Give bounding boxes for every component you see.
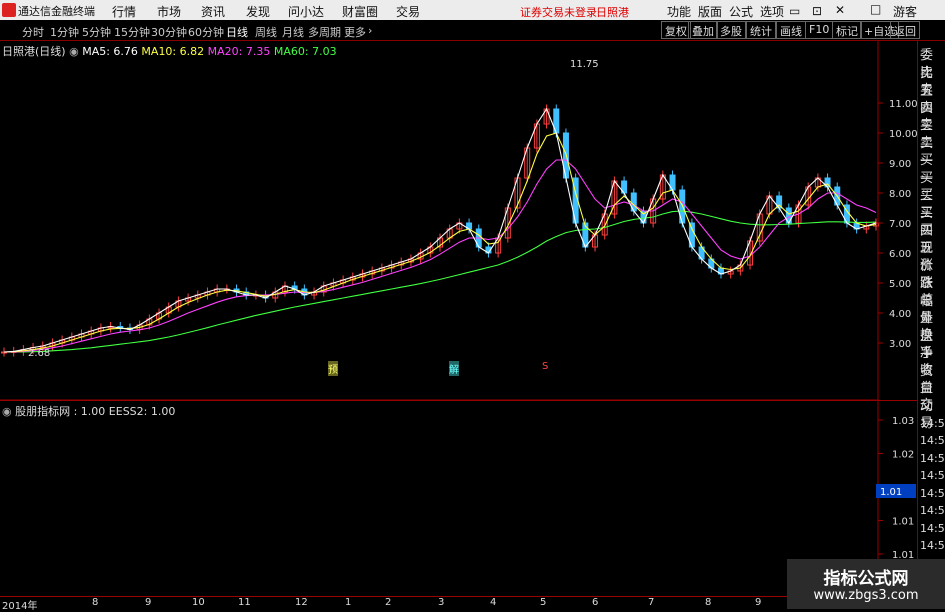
time-label: 8 xyxy=(92,597,99,608)
ind-current-label: 1.01 xyxy=(880,487,902,498)
y-tick-label: 9.00 xyxy=(889,159,911,170)
panel-divider xyxy=(0,400,917,401)
y-tick-label: 4.00 xyxy=(889,309,911,320)
main-plot xyxy=(1,104,879,357)
indicator-legend: ◉ 股朋指标网 : 1.00 EESS2: 1.00 xyxy=(2,403,175,419)
user-label[interactable]: 游客 xyxy=(893,3,917,20)
period-intraday[interactable]: 分时 xyxy=(22,24,44,40)
maximize-icon[interactable]: □ xyxy=(870,2,881,16)
minimize-icon[interactable]: ▭ xyxy=(789,4,800,18)
brand-name: 指标公式网 xyxy=(823,569,909,589)
draw-line-button[interactable]: 画线 xyxy=(776,21,806,39)
quote-field: 14:56 xyxy=(920,521,945,535)
indicator-label: 股朋指标网 : 1.00 EESS2: 1.00 xyxy=(15,405,176,418)
quote-field: 14:56 xyxy=(920,504,945,517)
low-price-label: 2.68 xyxy=(28,348,51,359)
period-30min[interactable]: 30分钟 xyxy=(151,24,187,40)
menu-item-fortune[interactable]: 财富圈 xyxy=(342,3,378,20)
time-label: 9 xyxy=(755,597,762,608)
quote-field: 14:56 xyxy=(920,539,945,552)
more-chevron-icon[interactable]: › xyxy=(368,24,372,37)
indicator-axis: 1.031.021.021.011.011.001.01 xyxy=(0,399,916,595)
y-tick-label: 7.00 xyxy=(889,219,911,230)
restore-icon[interactable]: ⊡ xyxy=(812,4,822,18)
time-label: 2 xyxy=(385,597,392,608)
high-price-label: 11.75 xyxy=(570,59,599,70)
overlay-button[interactable]: 叠加 xyxy=(688,21,718,39)
period-daily[interactable]: 日线 xyxy=(226,24,248,40)
menu-options[interactable]: 选项 xyxy=(760,3,784,20)
app-logo-icon xyxy=(2,3,16,17)
app-title: 通达信金融终端 xyxy=(18,5,95,18)
quote-field: 14:56 xyxy=(920,486,945,500)
menu-item-quotes[interactable]: 行情 xyxy=(112,3,136,20)
menu-layout[interactable]: 版面 xyxy=(698,3,722,20)
time-axis: 2014年8910111212345678910 xyxy=(0,596,880,612)
time-label: 1 xyxy=(345,597,352,608)
indicator-settings-icon[interactable]: ◉ xyxy=(2,405,12,418)
menu-item-news[interactable]: 资讯 xyxy=(201,3,225,20)
f10-button[interactable]: F10 xyxy=(805,21,834,39)
quote-panel: 委比 卖五 卖四 卖三 卖二 卖一 买一 买二 买三 买四 买五 现价 涨跌 涨幅 总量 外盘 换手 净资 收益 自动… xyxy=(917,41,945,571)
menu-formula[interactable]: 公式 xyxy=(729,3,753,20)
y-tick-label: 3.00 xyxy=(889,339,911,350)
time-label: 10 xyxy=(192,597,205,608)
multi-stock-button[interactable]: 多股 xyxy=(716,21,746,39)
price-chart[interactable]: 11.00 10.00 9.00 8.00 7.00 6.00 5.00 4.00 3.00 1… xyxy=(0,41,917,596)
ma20-line xyxy=(4,159,877,353)
stats-button[interactable]: 统计 xyxy=(746,21,776,39)
time-label: 8 xyxy=(705,597,712,608)
period-weekly[interactable]: 周线 xyxy=(255,24,277,40)
period-more[interactable]: 更多 xyxy=(344,24,366,40)
brand-url: www.zbgs3.com xyxy=(813,588,919,603)
menu-bar: 通达信金融终端 行情 市场 资讯 发现 问小达 财富圈 交易 证券交易未登录 日… xyxy=(0,0,945,20)
time-label: 2014年 xyxy=(2,601,38,612)
menu-function[interactable]: 功能 xyxy=(667,3,691,20)
period-toolbar: 分时 1分钟 5分钟 15分钟 30分钟 60分钟 日线 周线 月线 多周期 更… xyxy=(0,20,945,41)
period-15min[interactable]: 15分钟 xyxy=(114,24,150,40)
period-monthly[interactable]: 月线 xyxy=(282,24,304,40)
ind-tick-label: 1.02 xyxy=(892,450,914,461)
time-label: 11 xyxy=(238,597,251,608)
menu-item-trade[interactable]: 交易 xyxy=(396,3,420,20)
period-1min[interactable]: 1分钟 xyxy=(50,24,79,40)
quote-field: 14:56 xyxy=(920,469,945,482)
watermark-banner: 指标公式网 www.zbgs3.com xyxy=(787,559,945,609)
adjust-button[interactable]: 复权 xyxy=(661,21,691,39)
ind-tick-label: 1.01 xyxy=(892,517,914,528)
y-tick-label: 5.00 xyxy=(889,279,911,290)
stock-name-header: 日照港 xyxy=(596,6,629,19)
event-marker-forecast[interactable]: 预 xyxy=(328,361,338,376)
ind-tick-label: 1.03 xyxy=(892,416,914,427)
time-label: 4 xyxy=(490,597,497,608)
event-marker-unlock[interactable]: 解 xyxy=(449,361,459,376)
time-label: 3 xyxy=(438,597,445,608)
menu-item-market[interactable]: 市场 xyxy=(157,3,181,20)
time-label: 6 xyxy=(592,597,599,608)
time-label: 5 xyxy=(540,597,547,608)
period-5min[interactable]: 5分钟 xyxy=(82,24,111,40)
back-button[interactable]: 返回 xyxy=(890,21,920,39)
period-60min[interactable]: 60分钟 xyxy=(188,24,224,40)
quote-field: 14:56 xyxy=(920,451,945,465)
event-marker-signal[interactable]: S xyxy=(542,361,548,372)
menu-item-ask[interactable]: 问小达 xyxy=(288,3,324,20)
y-tick-label: 11.00 xyxy=(889,99,917,110)
mark-button[interactable]: 标记 xyxy=(832,21,862,39)
close-icon[interactable]: ✕ xyxy=(835,3,845,17)
time-label: 9 xyxy=(145,597,152,608)
quote-field: 14:56 xyxy=(920,416,945,430)
login-notice[interactable]: 证券交易未登录 xyxy=(520,4,597,20)
y-tick-label: 8.00 xyxy=(889,189,911,200)
quote-field: 14:56 xyxy=(920,434,945,447)
time-label: 12 xyxy=(295,597,308,608)
menu-item-discover[interactable]: 发现 xyxy=(246,3,270,20)
time-label: 7 xyxy=(648,597,655,608)
y-tick-label: 10.00 xyxy=(889,129,917,140)
price-axis: 11.00 10.00 9.00 8.00 7.00 6.00 5.00 4.00 3.00 xyxy=(877,41,917,596)
period-multi[interactable]: 多周期 xyxy=(308,24,341,40)
ma5-line xyxy=(3,107,877,353)
y-tick-label: 6.00 xyxy=(889,249,911,260)
